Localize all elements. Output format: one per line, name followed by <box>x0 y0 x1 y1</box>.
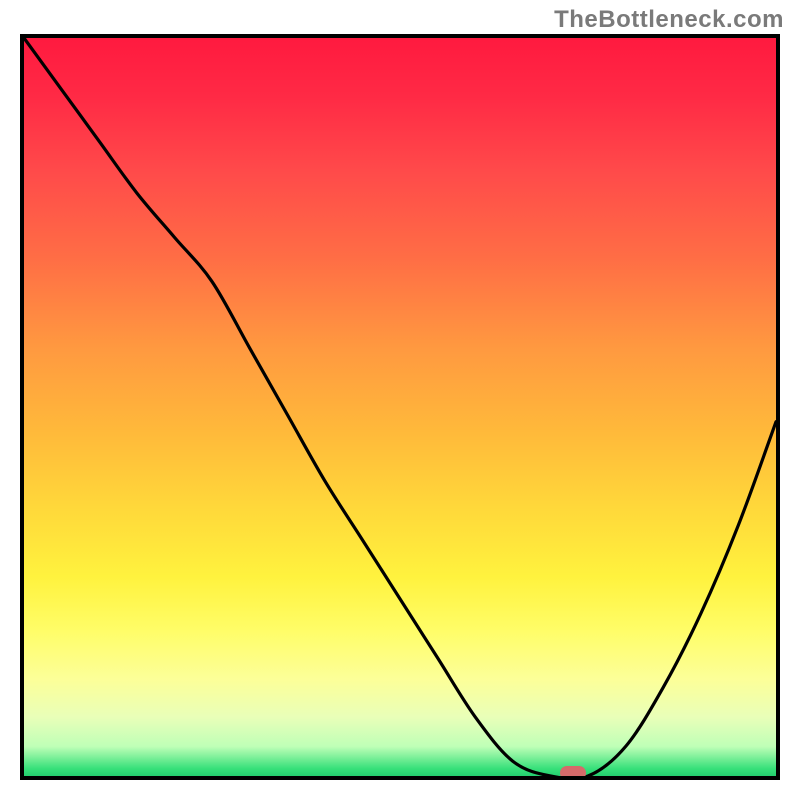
watermark-text: TheBottleneck.com <box>554 6 784 34</box>
plot-frame <box>20 34 780 780</box>
bottleneck-curve <box>24 38 776 776</box>
curve-layer <box>24 38 776 776</box>
optimum-marker <box>560 766 586 780</box>
chart-container: TheBottleneck.com <box>0 0 800 800</box>
